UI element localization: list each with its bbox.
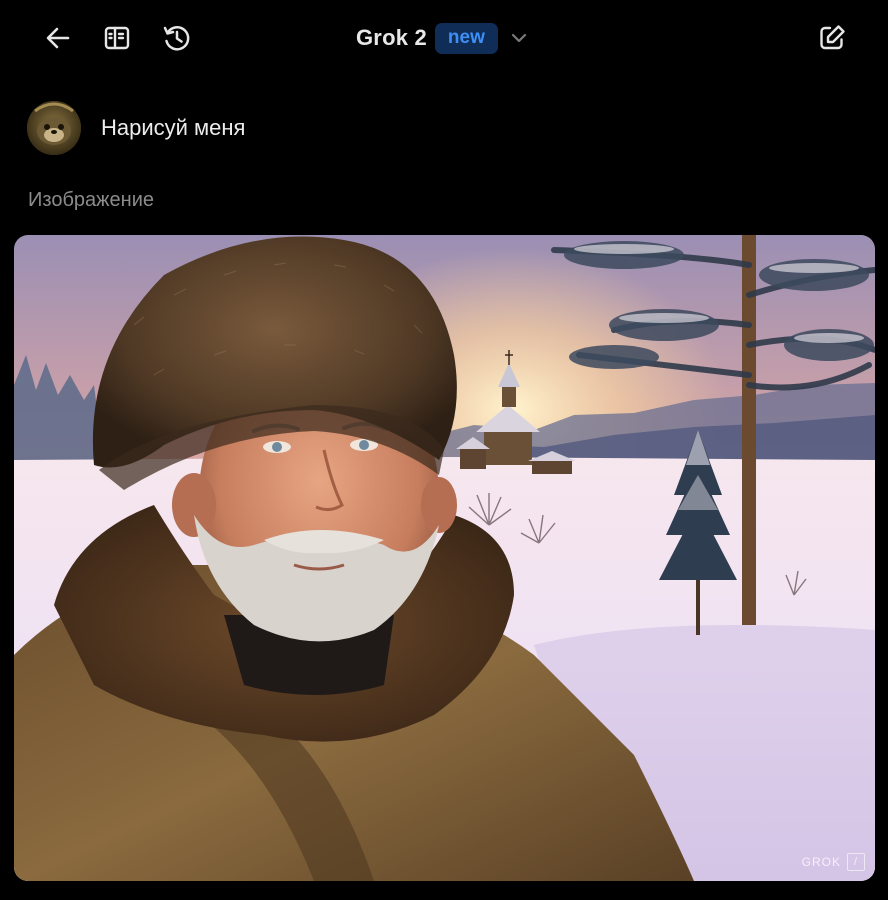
grok-logo-icon: / xyxy=(847,853,865,871)
top-bar: Grok 2 new xyxy=(0,0,888,78)
model-selector[interactable]: Grok 2 new xyxy=(356,20,530,56)
user-message-text: Нарисуй меня xyxy=(101,115,246,140)
avatar[interactable] xyxy=(27,101,81,155)
arrow-left-icon xyxy=(46,27,70,49)
sidebar-panel-icon xyxy=(104,26,130,50)
sidebar-toggle-button[interactable] xyxy=(97,18,137,58)
new-chat-button[interactable] xyxy=(812,18,852,58)
history-button[interactable] xyxy=(157,18,197,58)
watermark-text: GROK xyxy=(801,855,841,869)
response-label: Изображение xyxy=(28,189,154,211)
user-message-row: Нарисуй меня xyxy=(27,101,245,155)
new-badge: new xyxy=(434,22,498,54)
edit-new-chat-icon xyxy=(820,25,845,50)
history-clock-icon xyxy=(163,26,190,51)
back-button[interactable] xyxy=(38,18,78,58)
image-watermark: GROK / xyxy=(802,853,865,871)
model-name: Grok 2 xyxy=(356,25,427,50)
generated-image[interactable]: GROK / xyxy=(14,235,875,881)
chevron-down-icon xyxy=(508,27,530,49)
